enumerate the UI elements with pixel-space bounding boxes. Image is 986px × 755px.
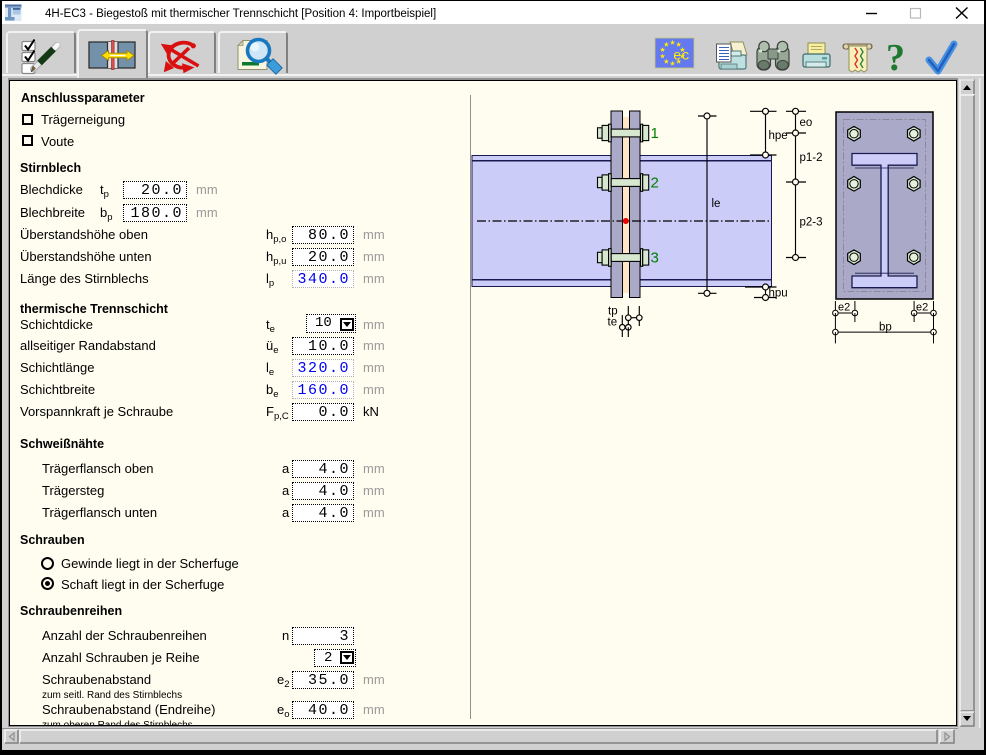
svg-text:ec: ec (673, 49, 690, 65)
svg-text:e2: e2 (916, 302, 928, 314)
svg-text:e2: e2 (838, 302, 850, 314)
svg-text:p2-3: p2-3 (800, 217, 823, 229)
svg-text:2: 2 (651, 175, 659, 192)
svg-text:hpu: hpu (769, 288, 788, 300)
svg-text:?: ? (886, 37, 905, 79)
svg-text:le: le (712, 198, 721, 210)
svg-text:1: 1 (651, 125, 659, 142)
svg-text:p1-2: p1-2 (800, 152, 823, 164)
svg-text:3: 3 (651, 250, 659, 267)
svg-text:eo: eo (800, 117, 813, 129)
svg-text:te: te (608, 317, 618, 329)
svg-text:hpe: hpe (769, 130, 788, 142)
svg-text:bp: bp (879, 322, 892, 334)
